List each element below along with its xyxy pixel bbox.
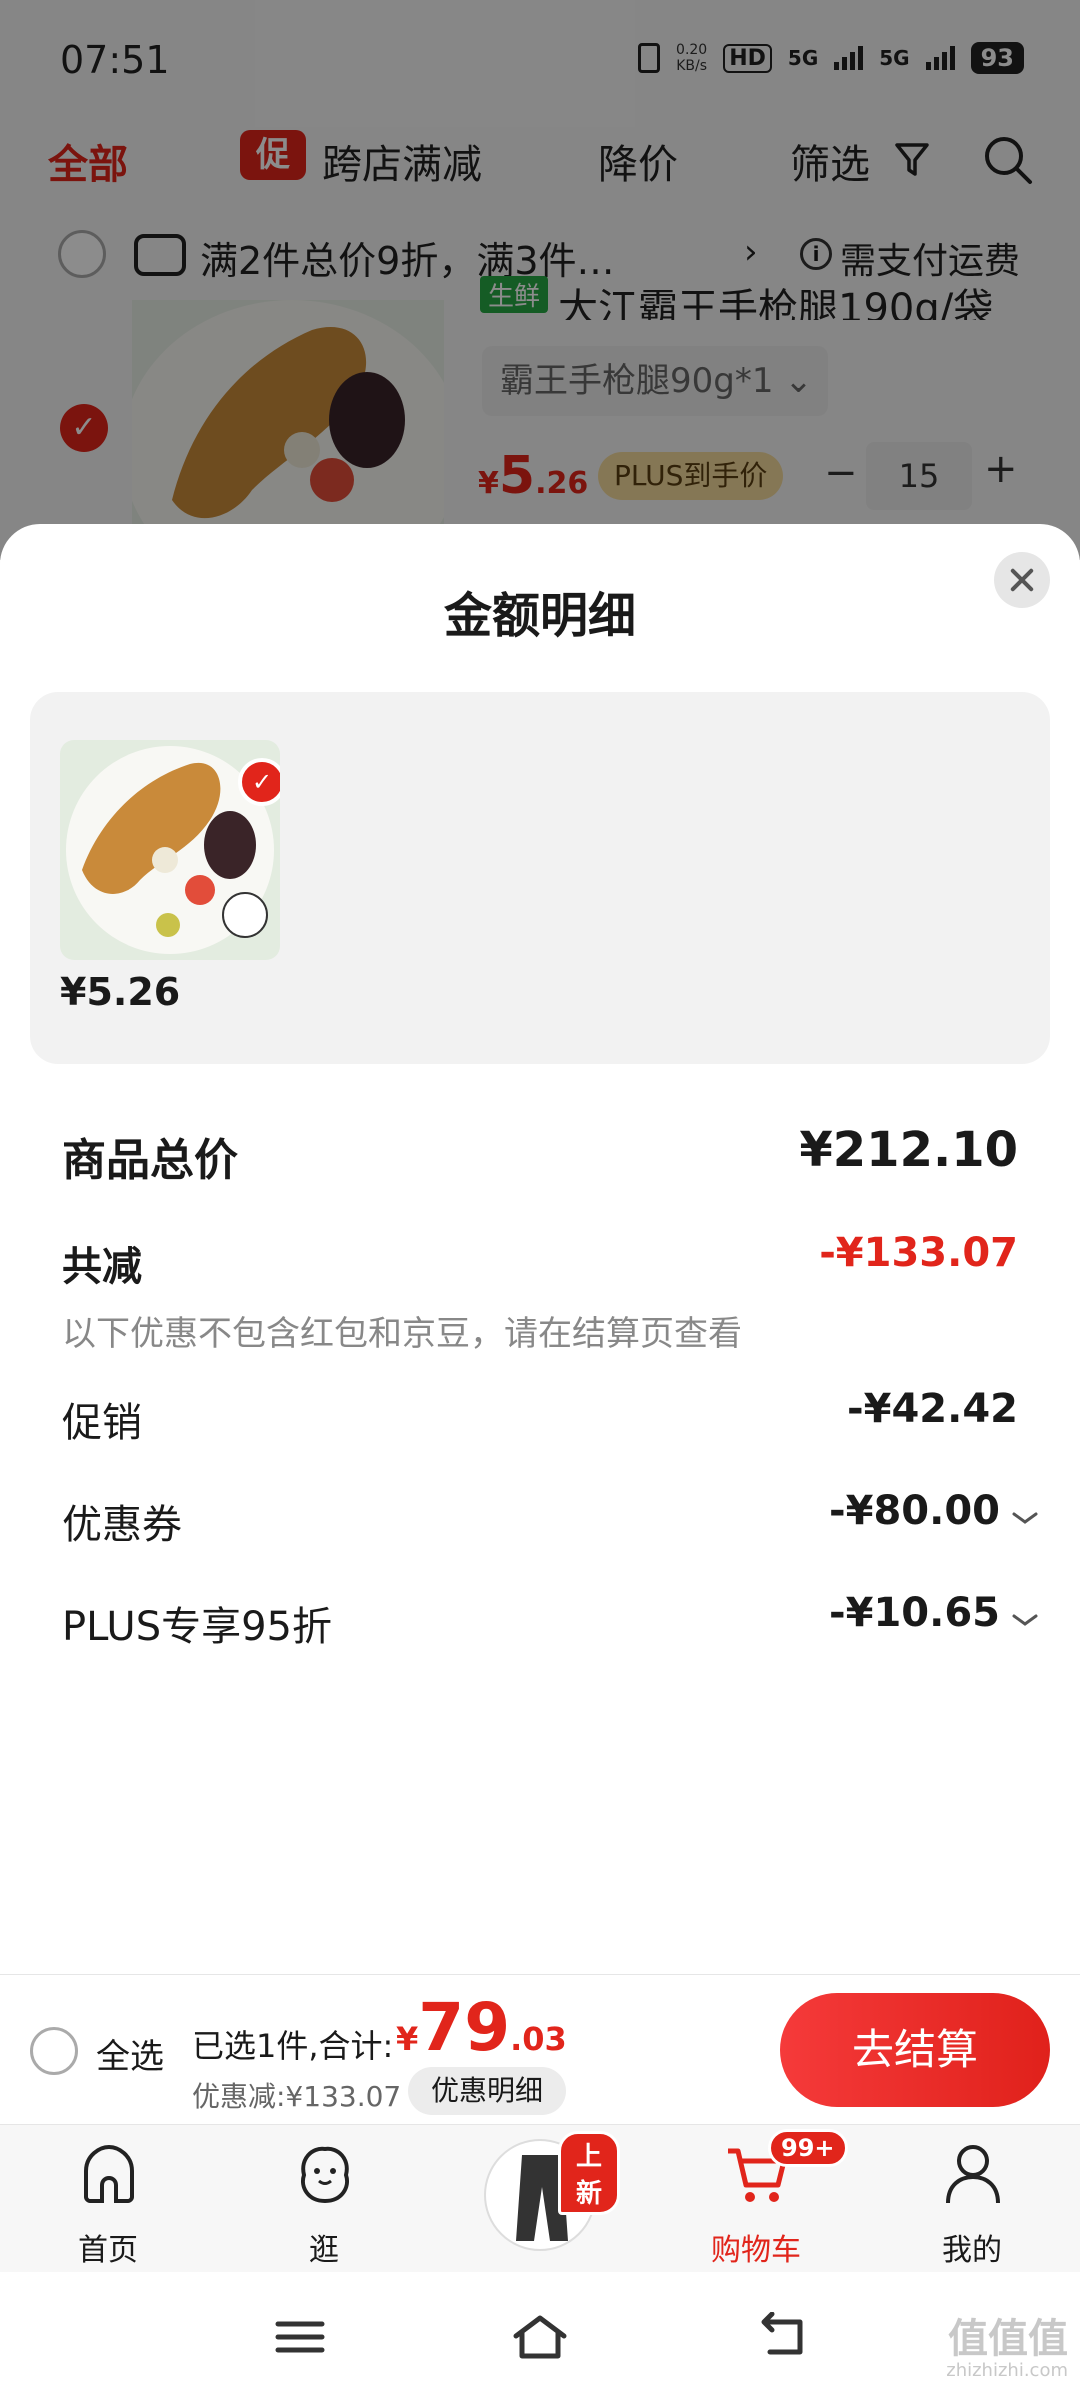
total-price-label: 商品总价 — [62, 1135, 238, 1186]
menu-icon[interactable] — [270, 2312, 330, 2362]
modal-backdrop[interactable] — [0, 0, 1080, 560]
coupon-value[interactable]: -¥80.00 — [829, 1488, 1000, 1534]
plus-discount-label[interactable]: PLUS专享95折 — [62, 1594, 332, 1652]
explore-face-icon — [301, 2146, 349, 2204]
total-sum-price: ¥79.03 — [396, 1989, 567, 2066]
tab-mine-label: 我的 — [942, 2233, 1002, 2268]
checkout-button[interactable]: 去结算 — [780, 1993, 1050, 2107]
back-icon[interactable] — [750, 2312, 810, 2362]
promotion-value: -¥42.42 — [847, 1386, 1018, 1432]
cart-count-badge: 99+ — [768, 2129, 848, 2167]
new-badge: 上新 — [558, 2131, 620, 2215]
discount-note: 以下优惠不包含红包和京豆，请在结算页查看 — [62, 1314, 742, 1354]
watermark: 值值值 — [948, 2316, 1068, 2362]
tab-explore[interactable]: 逛 — [244, 2125, 404, 2273]
chevron-down-icon[interactable] — [1010, 1508, 1040, 1528]
item-selected-check-icon: ✓ — [238, 758, 280, 806]
tab-mine[interactable]: 我的 — [892, 2125, 1052, 2273]
app-tab-bar: 首页 逛 上新 99+ 购物车 我的 — [0, 2124, 1080, 2272]
total-reduction-label: 共减 — [62, 1244, 142, 1290]
close-button[interactable] — [994, 552, 1050, 608]
amount-detail-sheet: 金额明细 ✓ ¥5.26 商品总价 ¥212.10 共减 -¥133.07 以下… — [0, 524, 1080, 1974]
discount-detail-button[interactable]: 优惠明细 — [408, 2067, 566, 2115]
discount-amount-text: 优惠减:¥133.07 — [192, 2080, 402, 2113]
select-all-label[interactable]: 全选 — [96, 2029, 164, 2078]
select-all-radio[interactable] — [30, 2027, 78, 2075]
sum-price-symbol: ¥ — [396, 2020, 419, 2058]
user-icon — [946, 2145, 1000, 2204]
system-navigation-bar: 值值值 zhizhizhi.com — [0, 2272, 1080, 2400]
sum-price-int: 79 — [418, 1989, 511, 2066]
tab-cart-label: 购物车 — [711, 2233, 801, 2268]
system-home-icon[interactable] — [510, 2312, 570, 2362]
tab-new-arrivals[interactable]: 上新 — [460, 2125, 620, 2273]
checkout-bar: 全选 已选1件,合计: ¥79.03 优惠减:¥133.07 优惠明细 去结算 — [0, 1974, 1080, 2124]
tab-explore-label: 逛 — [309, 2233, 339, 2268]
sum-price-dec: .03 — [510, 2020, 567, 2058]
selected-item-price: ¥5.26 — [60, 970, 181, 1014]
plus-discount-value[interactable]: -¥10.65 — [829, 1590, 1000, 1636]
chevron-down-icon[interactable] — [1010, 1610, 1040, 1630]
home-icon — [84, 2144, 134, 2203]
coupon-label[interactable]: 优惠券 — [62, 1492, 182, 1550]
selected-count-text: 已选1件,合计: — [192, 2027, 394, 2065]
sheet-title: 金额明细 — [443, 588, 636, 644]
tab-home[interactable]: 首页 — [28, 2125, 188, 2273]
tab-home-label: 首页 — [78, 2233, 138, 2268]
total-reduction-value: -¥133.07 — [819, 1230, 1018, 1276]
selected-items-card: ✓ ¥5.26 — [30, 692, 1050, 1064]
promotion-label: 促销 — [62, 1400, 142, 1446]
selected-item-thumbnail[interactable]: ✓ — [60, 740, 280, 960]
tab-cart[interactable]: 99+ 购物车 — [676, 2125, 848, 2273]
total-price-value: ¥212.10 — [799, 1122, 1018, 1178]
watermark-domain: zhizhizhi.com — [946, 2360, 1068, 2381]
